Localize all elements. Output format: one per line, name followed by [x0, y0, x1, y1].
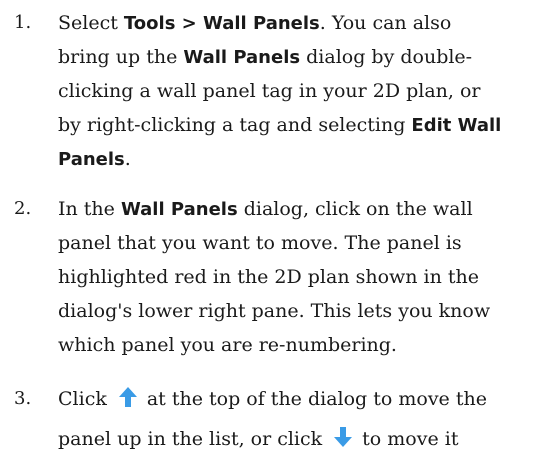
step-number: 3.	[14, 388, 32, 409]
text-line: which panel you are re-numbering.	[58, 334, 397, 356]
dialog-name: Wall Panels	[120, 199, 238, 220]
dialog-name: Wall Panels	[183, 47, 301, 68]
text-line: Click at the top of the dialog to move th…	[58, 382, 487, 416]
text-line: by right-clicking a tag and selecting Ed…	[58, 114, 502, 136]
arrow-down-icon	[332, 425, 354, 447]
command-name: Panels	[58, 149, 125, 170]
text-line: In the Wall Panels dialog, click on the …	[58, 198, 473, 220]
text-line: Select Tools > Wall Panels. You can also	[58, 12, 452, 34]
step-2: 2. In the Wall Panels dialog, click on t…	[14, 192, 539, 362]
text-line: highlighted red in the 2D plan shown in …	[58, 266, 480, 288]
text-line: clicking a wall panel tag in your 2D pla…	[58, 80, 481, 102]
step-3: 3. Click at the top of the dialog to move…	[14, 382, 539, 462]
menu-path: Tools > Wall Panels	[123, 13, 320, 34]
step-number: 1.	[14, 12, 32, 33]
text-line: Panels.	[58, 148, 131, 170]
step-number: 2.	[14, 198, 32, 219]
arrow-up-icon	[117, 385, 139, 407]
step-1: 1. Select Tools > Wall Panels. You can a…	[14, 6, 539, 176]
text-line: dialog's lower right pane. This lets you…	[58, 300, 491, 322]
text-line: bring up the Wall Panels dialog by doubl…	[58, 46, 473, 68]
command-name: Edit Wall	[411, 115, 502, 136]
text-line: panel that you want to move. The panel i…	[58, 232, 462, 254]
text-line: panel up in the list, or click to move it	[58, 422, 458, 456]
